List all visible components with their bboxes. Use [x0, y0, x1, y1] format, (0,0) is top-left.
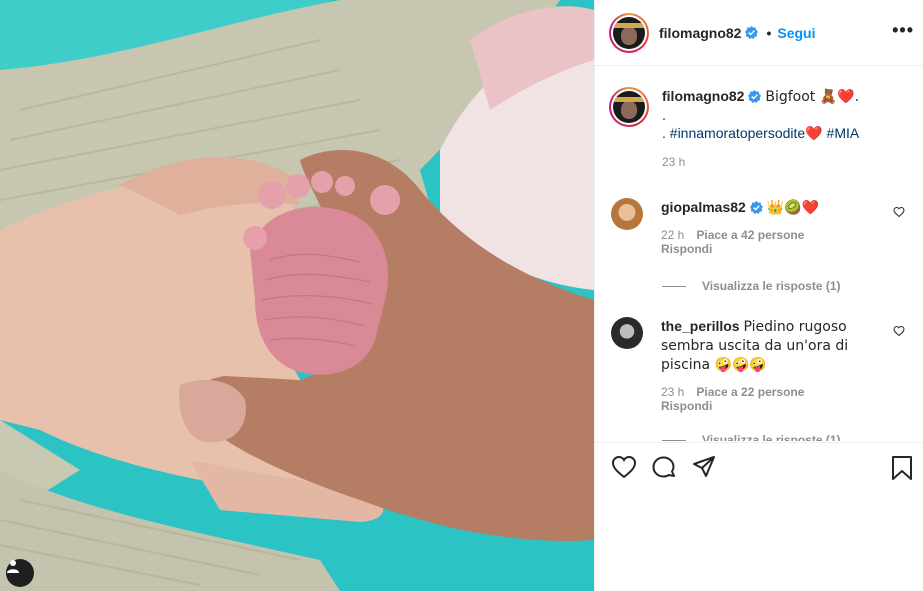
comment-likes[interactable]: Piace a 22 persone: [696, 385, 804, 399]
hashtag-link[interactable]: #innamoratopersodite: [670, 125, 805, 141]
caption-line-3-prefix: .: [662, 125, 670, 141]
author-username[interactable]: filomagno82: [659, 25, 741, 41]
verified-badge-icon: [748, 90, 762, 103]
heart-icon[interactable]: [611, 455, 637, 479]
comment-text: 👑🥝❤️: [766, 200, 820, 216]
caption: filomagno82 Bigfoot 🧸❤️. . . #innamorato…: [609, 87, 912, 171]
more-options-icon[interactable]: •••: [892, 21, 914, 39]
comment-time[interactable]: 22 h: [661, 228, 684, 242]
reply-button[interactable]: Rispondi: [661, 399, 712, 413]
view-replies-label: Visualizza le risposte (1): [702, 433, 841, 441]
comment-item: giopalmas82 👑🥝❤️ 22 h Piace a 42 persone …: [611, 198, 911, 256]
comment-likes[interactable]: Piace a 42 persone: [696, 228, 804, 242]
comment-item: the_perillos Piedino rugoso sembra uscit…: [611, 317, 911, 413]
commenter-username[interactable]: the_perillos: [661, 318, 740, 334]
post-header: filomagno82 • Segui •••: [595, 0, 923, 66]
comment-icon[interactable]: [651, 455, 677, 481]
post-photo[interactable]: [0, 0, 594, 591]
caption-time[interactable]: 23 h: [662, 153, 912, 171]
reply-button[interactable]: Rispondi: [661, 242, 712, 256]
commenter-avatar[interactable]: [611, 198, 643, 230]
baby-foot-photo: [0, 0, 594, 591]
comment-like-heart-icon[interactable]: [893, 206, 905, 218]
bookmark-icon[interactable]: [891, 455, 913, 481]
verified-badge-icon: [745, 26, 759, 39]
comment-time[interactable]: 23 h: [661, 385, 684, 399]
hashtag-link[interactable]: #MIA: [827, 125, 860, 141]
follow-button[interactable]: Segui: [777, 25, 815, 41]
view-replies-button[interactable]: Visualizza le risposte (1): [662, 433, 841, 441]
post-actions-bar: [595, 442, 923, 492]
commenter-avatar[interactable]: [611, 317, 643, 349]
view-replies-label: Visualizza le risposte (1): [702, 279, 841, 293]
caption-line-2: .: [662, 107, 666, 123]
caption-username[interactable]: filomagno82: [662, 88, 744, 104]
share-icon[interactable]: [692, 455, 716, 479]
heart-emoji: ❤️: [805, 126, 823, 142]
user-tag-icon[interactable]: [6, 559, 34, 587]
separator-dot: •: [766, 24, 772, 41]
view-replies-button[interactable]: Visualizza le risposte (1): [662, 279, 841, 293]
author-avatar[interactable]: [609, 12, 649, 53]
verified-badge-icon: [749, 201, 763, 214]
caption-avatar[interactable]: [609, 87, 649, 127]
caption-line-1: Bigfoot 🧸❤️.: [765, 89, 860, 105]
post-details-panel: filomagno82 • Segui ••• filomagno82 Bigf…: [594, 0, 923, 591]
comment-like-heart-icon[interactable]: [893, 325, 905, 337]
commenter-username[interactable]: giopalmas82: [661, 199, 746, 215]
comments-scroll-area[interactable]: filomagno82 Bigfoot 🧸❤️. . . #innamorato…: [595, 67, 923, 441]
